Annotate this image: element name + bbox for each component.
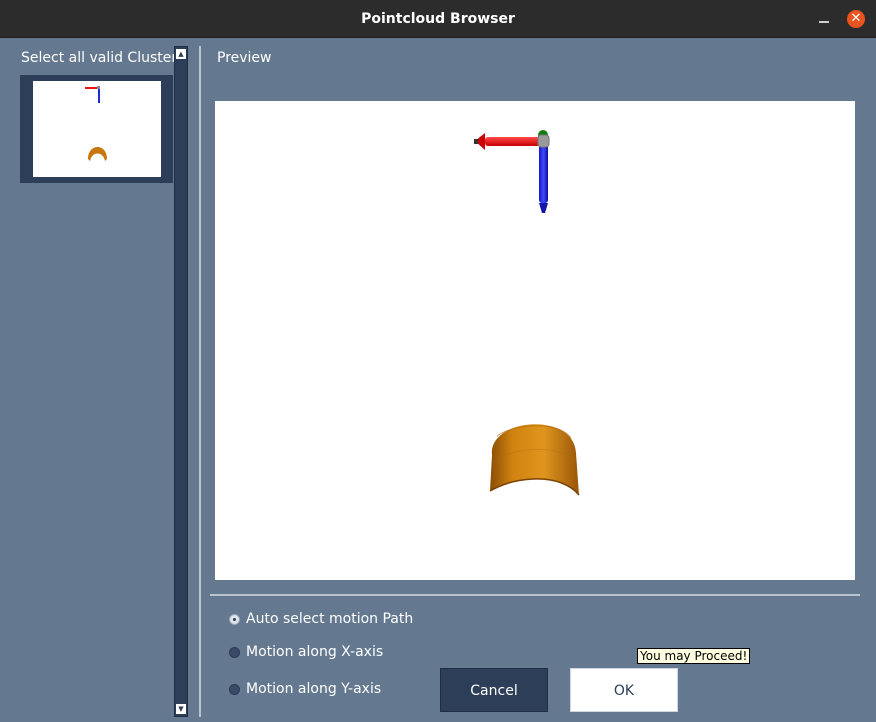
thumbnail-cluster-shape	[88, 147, 107, 161]
axes-origin	[537, 134, 550, 148]
y-axis-arrowhead	[539, 203, 548, 213]
x-axis-arrow	[485, 137, 540, 146]
radio-label: Motion along X-axis	[246, 644, 384, 660]
radio-unselected-icon[interactable]	[229, 647, 240, 658]
radio-label: Motion along Y-axis	[246, 681, 382, 697]
radio-motion-y-axis[interactable]: Motion along Y-axis	[229, 680, 382, 700]
clusters-scrollbar[interactable]: ▲ ▼	[174, 46, 188, 717]
panel-divider	[199, 46, 201, 717]
close-icon[interactable]: ✕	[847, 10, 865, 28]
thumbnail-axes-icon	[85, 86, 100, 103]
proceed-tooltip: You may Proceed!	[637, 648, 751, 664]
minimize-icon[interactable]	[816, 11, 832, 27]
window-title: Pointcloud Browser	[361, 11, 515, 27]
options-divider	[210, 594, 860, 596]
cluster-thumbnail-item[interactable]	[20, 75, 173, 183]
radio-selected-icon[interactable]	[229, 614, 240, 625]
coordinate-axes-icon	[474, 130, 550, 213]
radio-motion-x-axis[interactable]: Motion along X-axis	[229, 643, 383, 663]
cluster-thumbnail	[33, 81, 161, 177]
clusters-panel-title: Select all valid Clusters	[21, 50, 185, 66]
preview-canvas[interactable]	[215, 101, 855, 580]
scroll-up-icon[interactable]: ▲	[176, 49, 186, 59]
window-titlebar: Pointcloud Browser ✕	[0, 0, 876, 38]
radio-auto-select-motion-path[interactable]: Auto select motion Path	[229, 610, 413, 630]
preview-label: Preview	[217, 50, 272, 66]
radio-unselected-icon[interactable]	[229, 684, 240, 695]
cluster-half-cylinder	[489, 424, 580, 496]
ok-button[interactable]: OK	[570, 668, 678, 712]
y-axis-arrow	[539, 143, 548, 203]
scroll-down-icon[interactable]: ▼	[176, 704, 186, 714]
radio-label: Auto select motion Path	[246, 611, 414, 627]
cancel-button[interactable]: Cancel	[440, 668, 548, 712]
